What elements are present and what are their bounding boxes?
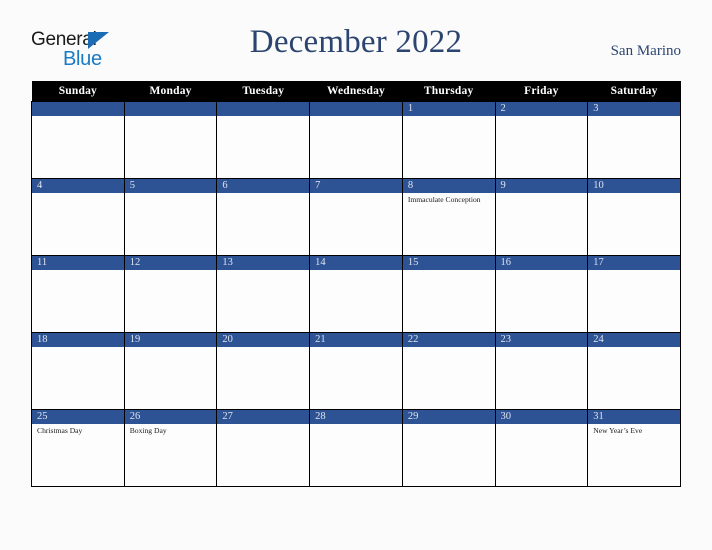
day-cell-26[interactable]: 26 Boxing Day (123, 409, 218, 487)
day-cell-5[interactable]: 5 (123, 178, 218, 256)
week-row: 123 (31, 101, 681, 179)
day-number: 23 (496, 333, 587, 347)
day-cell-25[interactable]: 25 Christmas Day (31, 409, 125, 487)
day-number (125, 102, 216, 116)
day-cell-10[interactable]: 10 (587, 178, 681, 256)
day-cell-8[interactable]: 8 Immaculate Conception (401, 178, 496, 256)
day-events: New Year’s Eve (589, 424, 680, 436)
day-cell-30[interactable]: 30 (494, 409, 589, 487)
day-cell-27[interactable]: 27 (216, 409, 311, 487)
day-number: 9 (496, 179, 587, 193)
day-number: 14 (310, 256, 402, 270)
day-number: 3 (588, 102, 680, 116)
day-cell-9[interactable]: 9 (494, 178, 589, 256)
day-number: 16 (496, 256, 587, 270)
day-cell-17[interactable]: 17 (587, 255, 681, 333)
day-number: 7 (310, 179, 402, 193)
week-row: 18 19 20 21 22 23 24 (31, 332, 681, 410)
weekday-header-monday: Monday (124, 81, 217, 102)
day-number: 30 (496, 410, 587, 424)
day-cell-21[interactable]: 21 (309, 332, 403, 410)
day-cell-14[interactable]: 14 (309, 255, 403, 333)
day-events: Boxing Day (125, 424, 216, 436)
weekday-header-tuesday: Tuesday (216, 81, 310, 102)
day-cell-22[interactable]: 22 (401, 332, 496, 410)
day-cell-13[interactable]: 13 (216, 255, 311, 333)
day-cell-empty[interactable] (216, 101, 311, 179)
weekday-header-sunday: Sunday (31, 81, 125, 102)
day-cell-31[interactable]: 31 New Year’s Eve (587, 409, 681, 487)
day-number: 4 (32, 179, 124, 193)
day-number: 31 (588, 410, 680, 424)
day-cell-24[interactable]: 24 (587, 332, 681, 410)
day-events: Immaculate Conception (403, 193, 494, 205)
day-cell-29[interactable]: 29 (401, 409, 496, 487)
day-cell-1[interactable]: 1 (401, 101, 496, 179)
day-number: 25 (32, 410, 124, 424)
weekday-header-wednesday: Wednesday (309, 81, 403, 102)
day-number: 13 (217, 256, 309, 270)
day-number: 24 (588, 333, 680, 347)
day-cell-19[interactable]: 19 (123, 332, 218, 410)
week-row: 11 12 13 14 15 16 17 (31, 255, 681, 333)
day-cell-28[interactable]: 28 (309, 409, 403, 487)
day-number: 27 (217, 410, 309, 424)
weekday-header-saturday: Saturday (587, 81, 681, 102)
day-cell-empty[interactable] (123, 101, 218, 179)
event-label: Christmas Day (37, 426, 83, 435)
day-events: Christmas Day (32, 424, 123, 436)
page-title: December 2022 (249, 24, 463, 60)
day-cell-12[interactable]: 12 (123, 255, 218, 333)
page-header: General Blue December 2022 San Marino (31, 24, 681, 72)
day-cell-empty[interactable] (309, 101, 403, 179)
day-number: 8 (403, 179, 495, 193)
day-number (32, 102, 124, 116)
day-cell-empty[interactable] (31, 101, 125, 179)
day-number: 2 (496, 102, 587, 116)
week-row: 25 Christmas Day 26 Boxing Day 27 28 29 30 31 New… (31, 409, 681, 487)
day-number: 17 (588, 256, 680, 270)
event-label: New Year’s Eve (593, 426, 643, 435)
day-number: 21 (310, 333, 402, 347)
month-calendar-grid: Sunday Monday Tuesday Wednesday Thursday Frid… (31, 81, 681, 487)
event-label: Immaculate Conception (407, 195, 481, 204)
calendar-page: General Blue December 2022 San Marino Su… (0, 0, 712, 550)
day-cell-16[interactable]: 16 (494, 255, 589, 333)
day-cell-2[interactable]: 2 (494, 101, 589, 179)
event-label: Boxing Day (129, 426, 167, 435)
day-cell-3[interactable]: 3 (587, 101, 681, 179)
weekday-header-row: Sunday Monday Tuesday Wednesday Thursday Frid… (31, 81, 681, 102)
day-number (217, 102, 309, 116)
day-number: 28 (310, 410, 402, 424)
day-cell-23[interactable]: 23 (494, 332, 589, 410)
day-number: 26 (125, 410, 216, 424)
day-number: 12 (125, 256, 216, 270)
day-number: 29 (403, 410, 495, 424)
day-number (310, 102, 402, 116)
weekday-header-thursday: Thursday (402, 81, 496, 102)
day-cell-15[interactable]: 15 (401, 255, 496, 333)
day-number: 15 (403, 256, 495, 270)
day-number: 1 (403, 102, 495, 116)
day-cell-18[interactable]: 18 (31, 332, 125, 410)
region-label: San Marino (610, 43, 681, 59)
day-cell-7[interactable]: 7 (309, 178, 403, 256)
day-number: 18 (32, 333, 124, 347)
weekday-header-friday: Friday (495, 81, 588, 102)
day-number: 20 (217, 333, 309, 347)
day-number: 19 (125, 333, 216, 347)
day-cell-6[interactable]: 6 (216, 178, 311, 256)
day-number: 22 (403, 333, 495, 347)
day-number: 6 (217, 179, 309, 193)
day-cell-11[interactable]: 11 (31, 255, 125, 333)
day-number: 5 (125, 179, 216, 193)
day-cell-20[interactable]: 20 (216, 332, 311, 410)
day-number: 10 (588, 179, 680, 193)
day-number: 11 (32, 256, 124, 270)
day-cell-4[interactable]: 4 (31, 178, 125, 256)
week-row: 4 5 6 7 8 Immaculate Conception 9 10 (31, 178, 681, 256)
